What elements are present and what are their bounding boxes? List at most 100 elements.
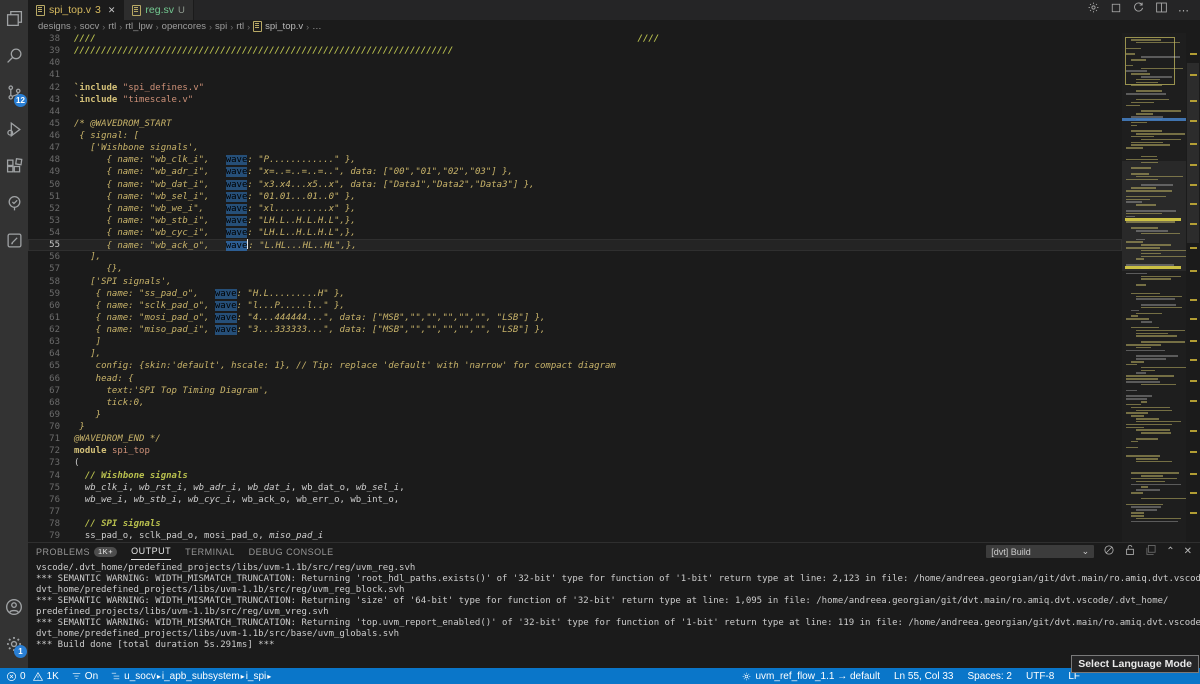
code-line[interactable]: 73(	[28, 457, 1122, 469]
clear-output-icon[interactable]	[1103, 543, 1115, 561]
breadcrumb-item[interactable]: rtl_lpw	[125, 21, 152, 32]
close-panel-icon[interactable]: ✕	[1184, 546, 1192, 557]
panel-tab-terminal[interactable]: TERMINAL	[185, 543, 235, 560]
breadcrumb-item[interactable]: spi	[215, 21, 227, 32]
line-number: 79	[28, 530, 60, 542]
code-line[interactable]: 79 ss_pad_o, sclk_pad_o, mosi_pad_o, mis…	[28, 530, 1122, 542]
code-text: { name: "ss_pad_o", wave: "H.L.........H…	[60, 288, 345, 300]
breadcrumb-item[interactable]: …	[312, 21, 322, 32]
filter-status[interactable]: On	[71, 671, 98, 682]
breadcrumb-item[interactable]: designs	[38, 21, 71, 32]
extensions-icon[interactable]	[0, 148, 28, 185]
code-line[interactable]: 38//// ////	[28, 33, 1122, 45]
settings-gear-icon[interactable]: 1	[0, 625, 28, 662]
code-line[interactable]: 45/* @WAVEDROM_START	[28, 118, 1122, 130]
panel-actions: [dvt] Build ⌄ ⌃ ✕	[986, 543, 1192, 561]
indentation-status[interactable]: Spaces: 2	[968, 671, 1012, 682]
panel-tab-problems[interactable]: PROBLEMS1K+	[36, 543, 117, 560]
breadcrumb-item[interactable]: rtl	[108, 21, 116, 32]
design-scope-breadcrumb[interactable]: u_socv▸i_apb_subsystem▸i_spi▸	[110, 671, 272, 682]
code-line[interactable]: 53 { name: "wb_stb_i", wave: "LH.L..H.L.…	[28, 215, 1122, 227]
code-line[interactable]: 58 ['SPI signals',	[28, 276, 1122, 288]
build-config-status[interactable]: uvm_ref_flow_1.1 → default	[741, 671, 880, 682]
code-line[interactable]: 72module spi_top	[28, 445, 1122, 457]
more-actions-icon[interactable]: ⋯	[1178, 4, 1190, 17]
code-line[interactable]: 43`include "timescale.v"	[28, 94, 1122, 106]
code-line[interactable]: 59 { name: "ss_pad_o", wave: "H.L.......…	[28, 288, 1122, 300]
scope-item[interactable]: u_socv	[124, 671, 156, 682]
code-line[interactable]: 46 { signal: [	[28, 130, 1122, 142]
code-line[interactable]: 70 }	[28, 421, 1122, 433]
code-line[interactable]: 47 ['Wishbone signals',	[28, 142, 1122, 154]
dvt-verify-icon[interactable]	[0, 185, 28, 222]
breadcrumb[interactable]: designs›socv›rtl›rtl_lpw›opencores›spi›r…	[28, 20, 1200, 33]
code-line[interactable]: 74 // Wishbone signals	[28, 470, 1122, 482]
maximize-panel-icon[interactable]: ⌃	[1166, 546, 1174, 557]
cursor-position[interactable]: Ln 55, Col 33	[894, 671, 954, 682]
tab-reg-sv[interactable]: reg.sv U	[124, 0, 193, 20]
code-line[interactable]: 75 wb_clk_i, wb_rst_i, wb_adr_i, wb_dat_…	[28, 482, 1122, 494]
search-icon[interactable]	[0, 37, 28, 74]
split-editor-icon[interactable]	[1155, 1, 1168, 19]
code-line[interactable]: 39//////////////////////////////////////…	[28, 45, 1122, 57]
code-line[interactable]: 51 { name: "wb_sel_i", wave: "01.01...01…	[28, 191, 1122, 203]
encoding-status[interactable]: UTF-8	[1026, 671, 1054, 682]
line-number: 40	[28, 57, 60, 69]
tab-spi-top[interactable]: spi_top.v 3 ✕	[28, 0, 124, 20]
code-line[interactable]: 62 { name: "miso_pad_i", wave: "3...3333…	[28, 324, 1122, 336]
code-line[interactable]: 44	[28, 106, 1122, 118]
code-line[interactable]: 42`include "spi_defines.v"	[28, 82, 1122, 94]
code-line[interactable]: 50 { name: "wb_dat_i", wave: "x3.x4...x5…	[28, 179, 1122, 191]
panel-tab-output[interactable]: OUTPUT	[131, 543, 171, 560]
code-line[interactable]: 52 { name: "wb_we_i", wave: "xl.........…	[28, 203, 1122, 215]
sync-icon[interactable]	[1132, 1, 1145, 19]
accounts-icon[interactable]	[0, 588, 28, 625]
panel-tab-debug-console[interactable]: DEBUG CONSOLE	[249, 543, 334, 560]
code-line[interactable]: 55 { name: "wb_ack_o", wave: "L.HL...HL.…	[28, 239, 1122, 251]
scrollbar-slider[interactable]	[1187, 63, 1199, 243]
code-line[interactable]: 64 ],	[28, 348, 1122, 360]
code-line[interactable]: 68 tick:0,	[28, 397, 1122, 409]
code-line[interactable]: 40	[28, 57, 1122, 69]
unlock-icon[interactable]	[1124, 543, 1136, 561]
output-log[interactable]: vscode/.dvt_home/predefined_projects/lib…	[28, 560, 1200, 651]
problems-status[interactable]: 0 1K	[6, 671, 59, 682]
close-icon[interactable]: ✕	[108, 5, 116, 16]
breadcrumb-item[interactable]: spi_top.v	[265, 21, 303, 32]
code-line[interactable]: 71@WAVEDROM_END */	[28, 433, 1122, 445]
code-line[interactable]: 78 // SPI signals	[28, 518, 1122, 530]
code-line[interactable]: 65 config: {skin:'default', hscale: 1}, …	[28, 360, 1122, 372]
overview-ruler[interactable]	[1186, 33, 1200, 542]
code-line[interactable]: 77	[28, 506, 1122, 518]
minimap[interactable]	[1122, 33, 1186, 542]
code-line[interactable]: 56 ],	[28, 251, 1122, 263]
code-line[interactable]: 61 { name: "mosi_pad_o", wave: "4...4444…	[28, 312, 1122, 324]
code-line[interactable]: 41	[28, 69, 1122, 81]
scope-item[interactable]: i_spi	[246, 671, 267, 682]
run-debug-icon[interactable]	[0, 111, 28, 148]
line-number: 54	[28, 227, 60, 239]
code-line[interactable]: 63 ]	[28, 336, 1122, 348]
output-channel-select[interactable]: [dvt] Build ⌄	[986, 545, 1094, 558]
code-line[interactable]: 49 { name: "wb_adr_i", wave: "x=..=..=..…	[28, 166, 1122, 178]
code-line[interactable]: 76 wb_we_i, wb_stb_i, wb_cyc_i, wb_ack_o…	[28, 494, 1122, 506]
code-lines[interactable]: 38//// ////39///////////////////////////…	[28, 33, 1122, 542]
breadcrumb-item[interactable]: socv	[80, 21, 100, 32]
breadcrumb-item[interactable]: rtl	[236, 21, 244, 32]
code-line[interactable]: 57 {},	[28, 263, 1122, 275]
stop-square-icon[interactable]	[1110, 1, 1122, 19]
code-line[interactable]: 67 text:'SPI Top Timing Diagram',	[28, 385, 1122, 397]
scope-item[interactable]: i_apb_subsystem	[162, 671, 240, 682]
code-line[interactable]: 69 }	[28, 409, 1122, 421]
gear-icon[interactable]	[1087, 1, 1100, 19]
code-line[interactable]: 48 { name: "wb_clk_i", wave: "P.........…	[28, 154, 1122, 166]
code-line[interactable]: 66 head: {	[28, 373, 1122, 385]
notebook-edit-icon[interactable]	[0, 222, 28, 259]
breadcrumb-item[interactable]: opencores	[162, 21, 206, 32]
explorer-icon[interactable]	[0, 0, 28, 37]
code-line[interactable]: 60 { name: "sclk_pad_o", wave: "l...P...…	[28, 300, 1122, 312]
open-in-editor-icon[interactable]	[1145, 543, 1157, 561]
code-line[interactable]: 54 { name: "wb_cyc_i", wave: "LH.L..H.L.…	[28, 227, 1122, 239]
editor[interactable]: 38//// ////39///////////////////////////…	[28, 33, 1200, 542]
source-control-icon[interactable]: 12	[0, 74, 28, 111]
